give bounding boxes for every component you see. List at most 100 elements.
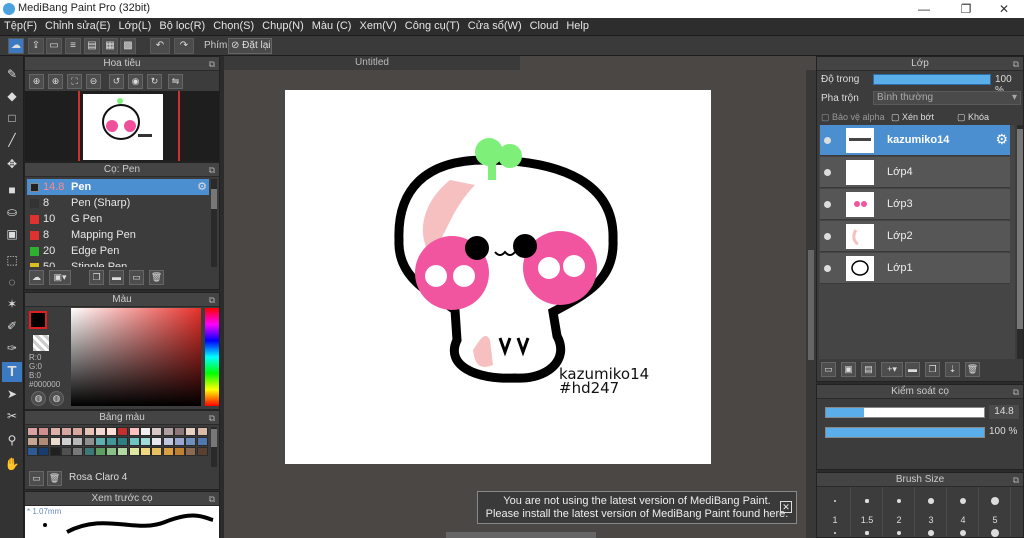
select-eraser-tool-icon[interactable]: ✑ (2, 338, 22, 358)
menu-capture[interactable]: Chụp(N) (258, 18, 308, 32)
close-notice-icon[interactable]: ✕ (780, 501, 792, 513)
palette-swatch[interactable] (196, 427, 208, 436)
menu-view[interactable]: Xem(V) (355, 18, 400, 32)
reset-button[interactable]: ⊘ Đặt lại (228, 38, 272, 54)
duplicate-layer-icon[interactable]: ❐ (925, 362, 940, 377)
palette-swatch[interactable] (117, 437, 129, 446)
palette-swatch[interactable] (49, 447, 61, 456)
chat-icon[interactable]: ≡ (65, 38, 81, 54)
visibility-icon[interactable] (824, 201, 831, 208)
fill-rect-tool-icon[interactable]: ■ (2, 180, 22, 200)
palette-swatch[interactable] (185, 427, 197, 436)
blend-select[interactable]: Bình thường ▾ (873, 91, 1021, 105)
brush-item[interactable]: 14.8 Pen ⚙ (27, 179, 209, 195)
menu-color[interactable]: Màu (C) (308, 18, 356, 32)
pin-icon[interactable]: ⧉ (1013, 57, 1019, 71)
palette-swatch[interactable] (162, 447, 174, 456)
palette-swatch[interactable] (151, 427, 163, 436)
menu-window[interactable]: Cửa sổ(W) (464, 18, 526, 32)
update-notice[interactable]: You are not using the latest version of … (477, 491, 797, 524)
palette-swatch[interactable] (38, 447, 50, 456)
palette-swatch[interactable] (38, 427, 50, 436)
checkbox-icon[interactable]: ▢ (957, 112, 966, 122)
rotate-right-icon[interactable]: ↻ (147, 74, 162, 89)
canvas-scrollbar-h[interactable] (446, 532, 596, 538)
layer-row[interactable]: kazumiko14 ⚙ (820, 125, 1010, 156)
navigator-view[interactable] (25, 91, 219, 161)
zoom-in-icon[interactable]: ⊕ (29, 74, 44, 89)
brush-size-cell[interactable]: 5 (979, 487, 1011, 537)
palette-swatch[interactable] (117, 427, 129, 436)
palette-swatch[interactable] (49, 437, 61, 446)
new-brush-icon[interactable]: ▣▾ (49, 270, 71, 285)
menu-select[interactable]: Chọn(S) (209, 18, 258, 32)
magic-wand-tool-icon[interactable]: ✶ (2, 294, 22, 314)
close-button[interactable]: ✕ (984, 1, 1024, 17)
layer-row[interactable]: Lớp4 (820, 157, 1010, 188)
pin-icon[interactable]: ⧉ (209, 163, 215, 177)
select-pen-tool-icon[interactable]: ✐ (2, 316, 22, 336)
visibility-icon[interactable] (824, 169, 831, 176)
palette-swatch[interactable] (94, 437, 106, 446)
gradient-tool-icon[interactable]: ▣ (2, 224, 22, 244)
hue-slider[interactable] (205, 308, 219, 406)
bucket-tool-icon[interactable]: ⛀ (2, 202, 22, 222)
hand-tool-icon[interactable]: ✋ (2, 454, 22, 474)
brush-item[interactable]: 8 Mapping Pen (27, 227, 209, 243)
rotate-left-icon[interactable]: ↺ (109, 74, 124, 89)
menu-filter[interactable]: Bộ lọc(R) (155, 18, 209, 32)
palette-swatch[interactable] (196, 447, 208, 456)
new-halftone-layer-icon[interactable]: ▣ (841, 362, 856, 377)
brush-size-cell[interactable]: 4 (947, 487, 979, 537)
minimize-button[interactable]: — (904, 1, 944, 17)
palette-swatch[interactable] (173, 437, 185, 446)
menu-file[interactable]: Tệp(F) (0, 18, 41, 32)
flip-icon[interactable]: ⇋ (168, 74, 183, 89)
palette-swatch[interactable] (72, 447, 84, 456)
palette-swatch[interactable] (128, 427, 140, 436)
palette-swatch[interactable] (94, 427, 106, 436)
palette-swatch[interactable] (27, 447, 38, 456)
palette-swatch[interactable] (173, 447, 185, 456)
palette-swatch[interactable] (162, 437, 174, 446)
layer-row[interactable]: Lớp1 (820, 253, 1010, 284)
palette-swatch[interactable] (140, 427, 151, 436)
visibility-icon[interactable] (824, 137, 831, 144)
brush-size-cell[interactable]: 1.5 (851, 487, 883, 537)
brush-size-cell[interactable]: 2 (883, 487, 915, 537)
palette-swatch[interactable] (60, 447, 72, 456)
palette-swatch[interactable] (128, 437, 140, 446)
eyedropper-tool-icon[interactable]: ⚲ (2, 430, 22, 450)
folder-icon[interactable]: ▬ (905, 362, 920, 377)
rotate-reset-icon[interactable]: ◉ (128, 74, 143, 89)
pin-icon[interactable]: ⧉ (209, 411, 215, 425)
palette-swatch[interactable] (185, 437, 197, 446)
brush-item[interactable]: 20 Edge Pen (27, 243, 209, 259)
palette-swatch[interactable] (196, 437, 208, 446)
menu-tools[interactable]: Công cụ(T) (401, 18, 464, 32)
swatch-icon[interactable]: ◍ (49, 391, 64, 406)
folder-icon[interactable]: ▬ (109, 270, 124, 285)
brush-size-cell[interactable]: 3 (915, 487, 947, 537)
menu-cloud[interactable]: Cloud (526, 18, 563, 32)
add-brush-icon[interactable]: ☁ (29, 270, 44, 285)
visibility-icon[interactable] (824, 265, 831, 272)
palette-swatch[interactable] (106, 447, 118, 456)
delete-palette-icon[interactable]: 🗑 (47, 471, 62, 486)
zoom-in-2-icon[interactable]: ⊕ (48, 74, 63, 89)
palette-swatch[interactable] (72, 437, 84, 446)
palette-swatch[interactable] (173, 427, 185, 436)
palette-scrollbar[interactable] (211, 427, 217, 467)
menu-help[interactable]: Help (562, 18, 593, 32)
lasso-tool-icon[interactable]: ◌ (2, 272, 22, 292)
palette-swatch[interactable] (106, 437, 118, 446)
palette-swatch[interactable] (94, 447, 106, 456)
layer-row[interactable]: Lớp2 (820, 221, 1010, 252)
color-picker-square[interactable] (71, 308, 201, 406)
menu-layer[interactable]: Lớp(L) (114, 18, 155, 32)
copy-brush-icon[interactable]: ❐ (89, 270, 104, 285)
canvas-scrollbar-v[interactable] (806, 70, 816, 538)
palette-swatch[interactable] (151, 437, 163, 446)
palette-swatch[interactable] (83, 437, 95, 446)
background-color[interactable] (33, 335, 49, 351)
